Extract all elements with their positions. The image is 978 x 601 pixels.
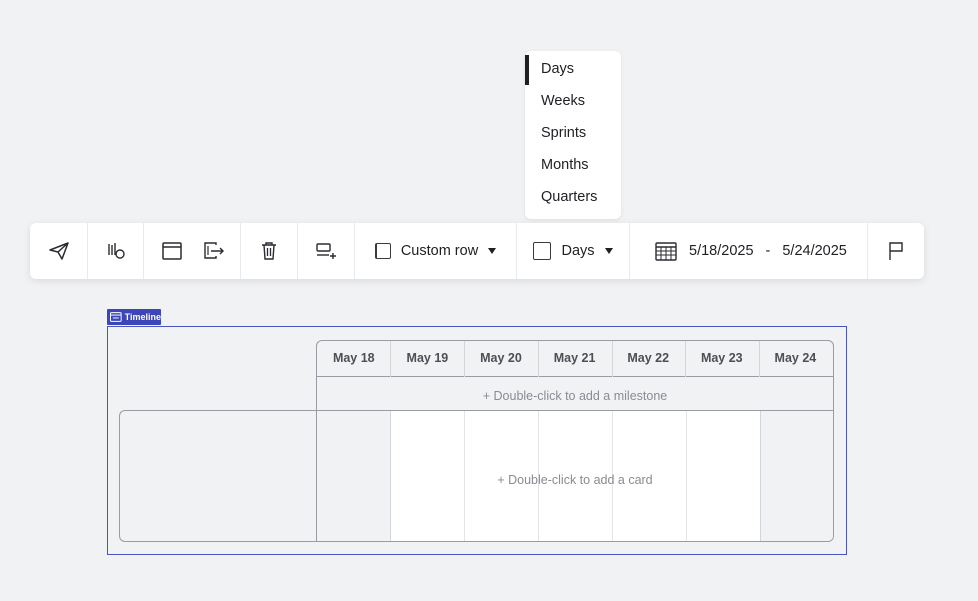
calendar-icon — [655, 242, 677, 261]
flag-icon — [889, 242, 903, 260]
dropdown-item-months[interactable]: Months — [525, 149, 621, 181]
add-row-button[interactable] — [298, 223, 354, 279]
interaction-button[interactable] — [88, 223, 143, 279]
export-icon — [204, 242, 224, 259]
frame-button[interactable] — [156, 223, 188, 279]
row-type-label: Custom row — [400, 243, 479, 259]
chevron-down-icon — [604, 248, 613, 254]
context-toolbar: Custom row Days 5/18/2025 - 5/24/2025 — [30, 223, 924, 279]
day-header-label: May 23 — [700, 351, 743, 365]
window-icon — [162, 242, 182, 260]
milestone-flag-button[interactable] — [868, 223, 924, 279]
date-start: 5/18/2025 — [689, 243, 754, 259]
send-button[interactable] — [30, 223, 87, 279]
timescale-dropdown: Days Weeks Sprints Months Quarters — [525, 51, 621, 219]
card-area[interactable]: + Double-click to add a card — [316, 410, 834, 542]
send-icon — [48, 242, 69, 260]
timeline-icon — [110, 312, 122, 322]
day-header-label: May 18 — [332, 351, 375, 365]
day-header-label: May 19 — [406, 351, 449, 365]
date-separator: - — [765, 243, 771, 259]
hand-pointer-icon — [107, 243, 125, 259]
day-header-label: May 22 — [627, 351, 670, 365]
scale-swatch — [533, 242, 552, 260]
day-header-label: May 21 — [553, 351, 596, 365]
dropdown-item-weeks[interactable]: Weeks — [525, 85, 621, 117]
timeline-tag-label: Timeline — [124, 312, 161, 322]
timeline-tag[interactable]: Timeline — [107, 309, 161, 325]
dropdown-item-sprints[interactable]: Sprints — [525, 117, 621, 149]
delete-button[interactable] — [241, 223, 297, 279]
row-type-select[interactable]: Custom row — [355, 223, 516, 279]
date-range-picker[interactable]: 5/18/2025 - 5/24/2025 — [630, 223, 867, 279]
dropdown-item-days[interactable]: Days — [525, 53, 621, 85]
export-button[interactable] — [198, 223, 230, 279]
timescale-select[interactable]: Days — [517, 223, 629, 279]
add-row-icon — [316, 243, 336, 259]
timescale-label: Days — [561, 243, 595, 259]
milestone-row[interactable]: + Double-click to add a milestone — [316, 377, 834, 411]
card-hint: + Double-click to add a card — [497, 473, 653, 487]
dropdown-item-quarters[interactable]: Quarters — [525, 181, 621, 213]
row-color-swatch — [374, 243, 391, 259]
chevron-down-icon — [488, 248, 497, 254]
date-end: 5/24/2025 — [782, 243, 847, 259]
day-header-label: May 20 — [480, 351, 522, 365]
day-header-label: May 24 — [774, 351, 817, 365]
row-label-panel[interactable] — [119, 410, 317, 542]
trash-icon — [262, 242, 276, 260]
